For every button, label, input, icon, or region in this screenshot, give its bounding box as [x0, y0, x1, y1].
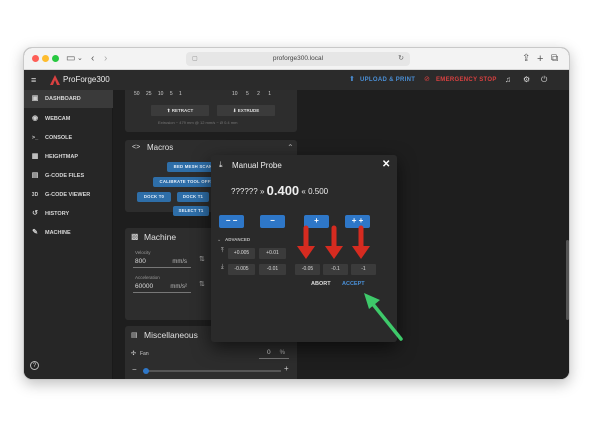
green-arrow-annotation: [364, 293, 403, 341]
